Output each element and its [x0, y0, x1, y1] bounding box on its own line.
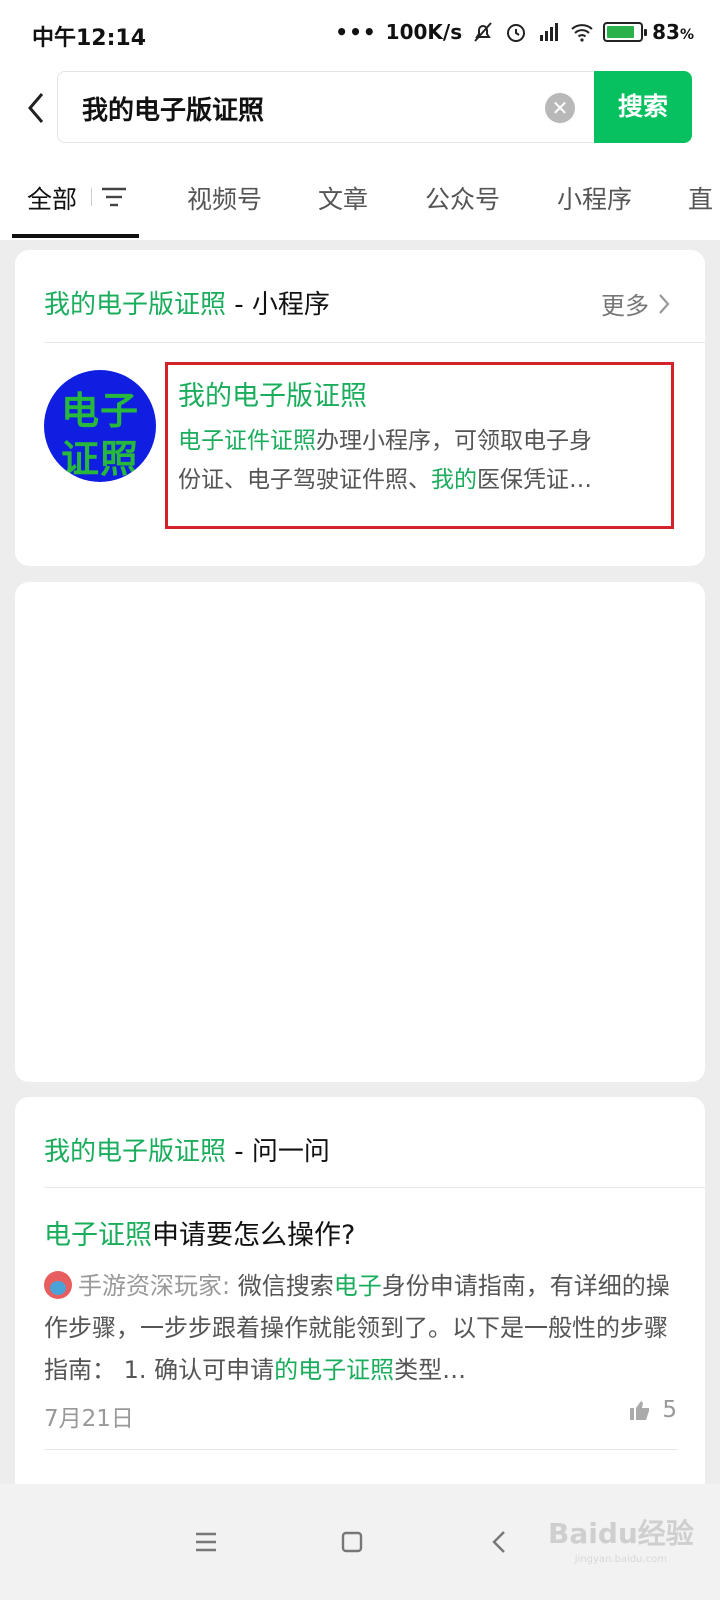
baidu-watermark: Baidu经验 jingyan.baidu.com	[548, 1517, 694, 1565]
app-logo[interactable]: 电子 证照	[44, 370, 156, 482]
search-query-text[interactable]: 我的电子版证照	[82, 90, 264, 127]
tab-articles[interactable]: 文章	[318, 180, 368, 216]
tab-video[interactable]: 视频号	[187, 180, 262, 216]
qa-card: 我的电子版证照 - 问一问 电子证照申请要怎么操作? 手游资深玩家: 微信搜索电…	[15, 1097, 705, 1497]
card-divider	[44, 1187, 705, 1188]
search-button[interactable]: 搜索	[594, 71, 692, 143]
tab-live[interactable]: 直	[688, 180, 713, 216]
card-divider	[44, 342, 705, 343]
chevron-right-icon	[659, 293, 670, 314]
card-divider	[44, 1449, 677, 1450]
clear-icon[interactable]: ✕	[545, 93, 575, 123]
dots-icon: •••	[335, 20, 377, 44]
system-nav-bar: Baidu经验 jingyan.baidu.com	[0, 1484, 720, 1600]
thumbs-up-icon	[630, 1401, 650, 1420]
qa-likes[interactable]: 5	[628, 1397, 677, 1423]
answer-author: 手游资深玩家:	[78, 1272, 231, 1300]
blank-card	[15, 582, 705, 1082]
network-speed: 100K/s	[385, 20, 463, 44]
qa-card-title: 我的电子版证照 - 问一问	[44, 1137, 330, 1167]
active-tab-indicator	[12, 234, 139, 238]
qa-question[interactable]: 电子证照申请要怎么操作?	[44, 1213, 355, 1252]
card-title: 我的电子版证照 - 小程序	[44, 290, 330, 320]
signal-icon	[540, 23, 559, 41]
search-input[interactable]: 我的电子版证照 ✕	[57, 71, 593, 143]
qa-date: 7月21日	[44, 1406, 134, 1432]
wifi-icon	[571, 24, 593, 42]
filter-icon[interactable]	[101, 186, 127, 208]
back-arrow-icon[interactable]	[20, 88, 50, 128]
highlight-annotation-box	[165, 362, 674, 529]
tab-official-accounts[interactable]: 公众号	[425, 180, 500, 216]
qa-answer[interactable]: 手游资深玩家: 微信搜索电子身份申请指南，有详细的操作步骤，一步步跟着操作就能领…	[44, 1265, 676, 1391]
bell-muted-icon	[474, 22, 492, 42]
menu-icon[interactable]	[186, 1522, 226, 1562]
status-right: ••• 100K/s 83%	[335, 20, 694, 44]
battery-percent: 83%	[652, 20, 694, 44]
back-icon[interactable]	[480, 1522, 520, 1562]
status-time: 中午12:14	[32, 26, 147, 51]
tab-divider	[91, 188, 92, 206]
home-icon[interactable]	[332, 1522, 372, 1562]
tab-all[interactable]: 全部	[27, 180, 77, 216]
tab-mini-programs[interactable]: 小程序	[557, 180, 632, 216]
status-bar: 中午12:14 ••• 100K/s 83%	[0, 0, 720, 66]
battery-icon	[603, 22, 648, 42]
avatar	[44, 1271, 72, 1299]
search-bar: 我的电子版证照 ✕ 搜索	[0, 66, 720, 152]
miniprogram-card: 我的电子版证照 - 小程序 更多 电子 证照 我的电子版证照 电子证件证照办理小…	[15, 250, 705, 566]
alarm-icon	[507, 24, 526, 42]
tab-bar: 全部 视频号 文章 公众号 小程序 直	[0, 152, 720, 240]
more-link[interactable]: 更多	[601, 286, 671, 321]
